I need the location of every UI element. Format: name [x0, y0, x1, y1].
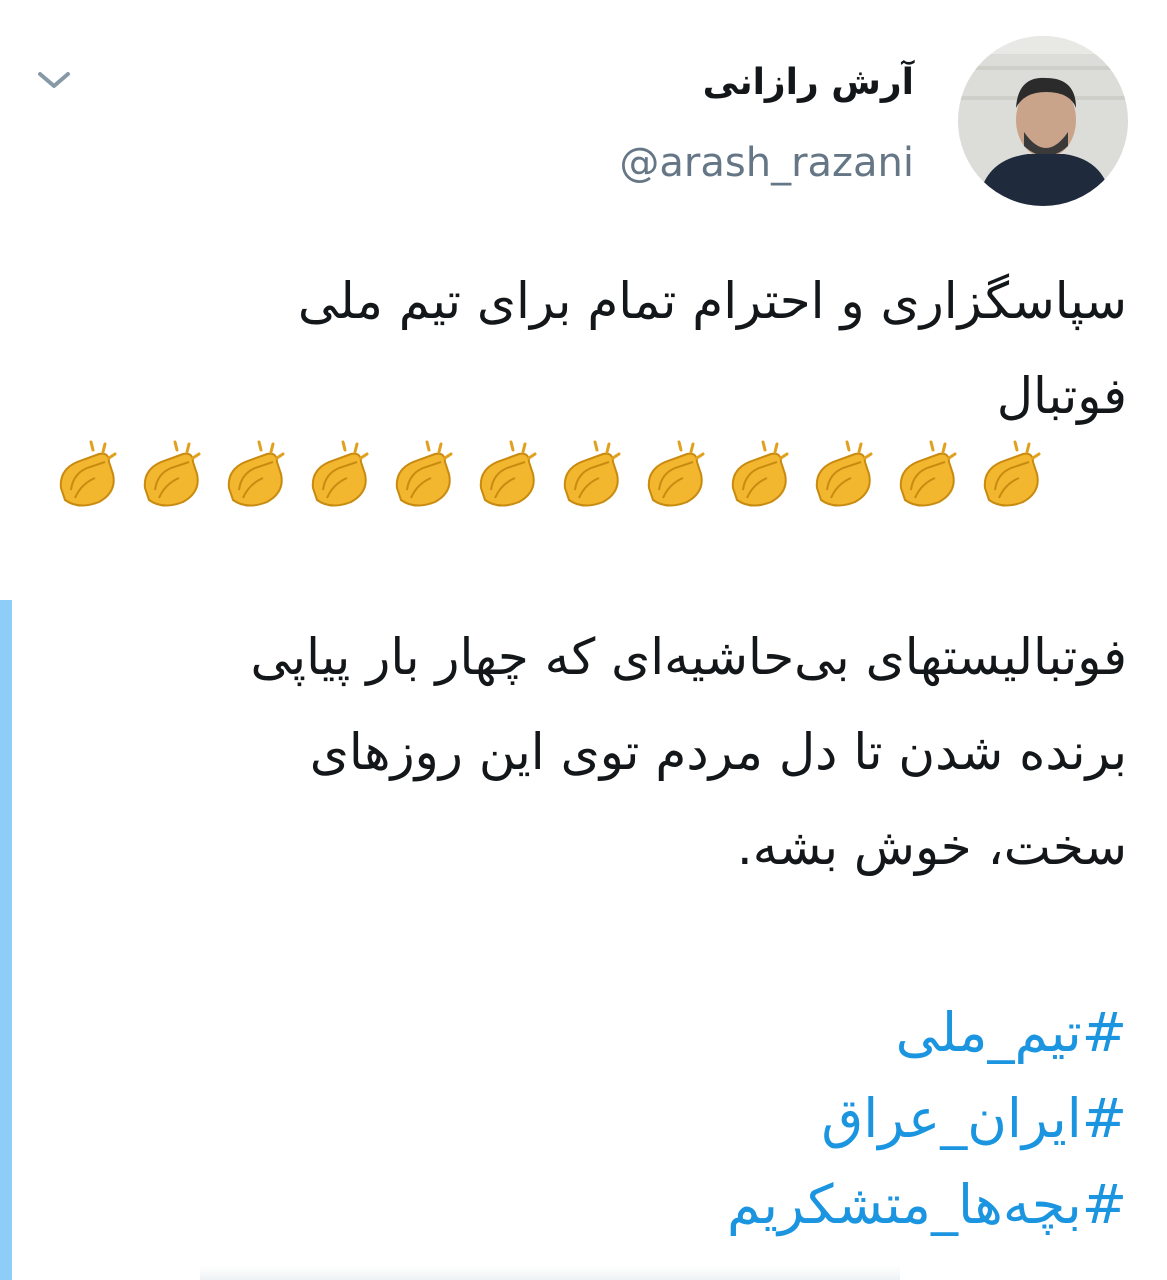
hashtag-link[interactable]: #تیم_ملی — [727, 990, 1127, 1076]
clapping-hands-icon — [815, 440, 873, 507]
clapping-hands-icon — [983, 440, 1041, 507]
chevron-down-icon[interactable] — [36, 68, 72, 92]
clap-emoji-row — [49, 440, 1049, 520]
user-handle[interactable]: @arash_razani — [619, 140, 914, 186]
hashtag-link[interactable]: #ایران_عراق — [727, 1076, 1127, 1162]
avatar[interactable] — [958, 36, 1128, 206]
display-name[interactable]: آرش رازانی — [703, 62, 914, 103]
tweet-text-paragraph-1: سپاسگزاری و احترام تمام برای تیم ملی فوت… — [297, 272, 1127, 425]
clapping-hands-icon — [479, 440, 537, 507]
thread-line — [0, 600, 12, 1280]
clapping-hands-icon — [59, 440, 117, 507]
hashtag-list: #تیم_ملی #ایران_عراق #بچه‌ها_متشکریم — [727, 990, 1127, 1248]
clapping-hands-icon — [311, 440, 369, 507]
clapping-hands-icon — [395, 440, 453, 507]
clapping-hands-icon — [227, 440, 285, 507]
hashtag-link[interactable]: #بچه‌ها_متشکریم — [727, 1162, 1127, 1248]
clapping-hands-icon — [563, 440, 621, 507]
cropped-text-edge — [200, 1266, 900, 1280]
clapping-hands-icon — [647, 440, 705, 507]
clapping-hands-icon — [731, 440, 789, 507]
clapping-hands-icon — [143, 440, 201, 507]
clapping-hands-icon — [899, 440, 957, 507]
tweet-text-paragraph-2: فوتبالیستهای بی‌حاشیه‌ای که چهار بار پیا… — [250, 628, 1128, 876]
